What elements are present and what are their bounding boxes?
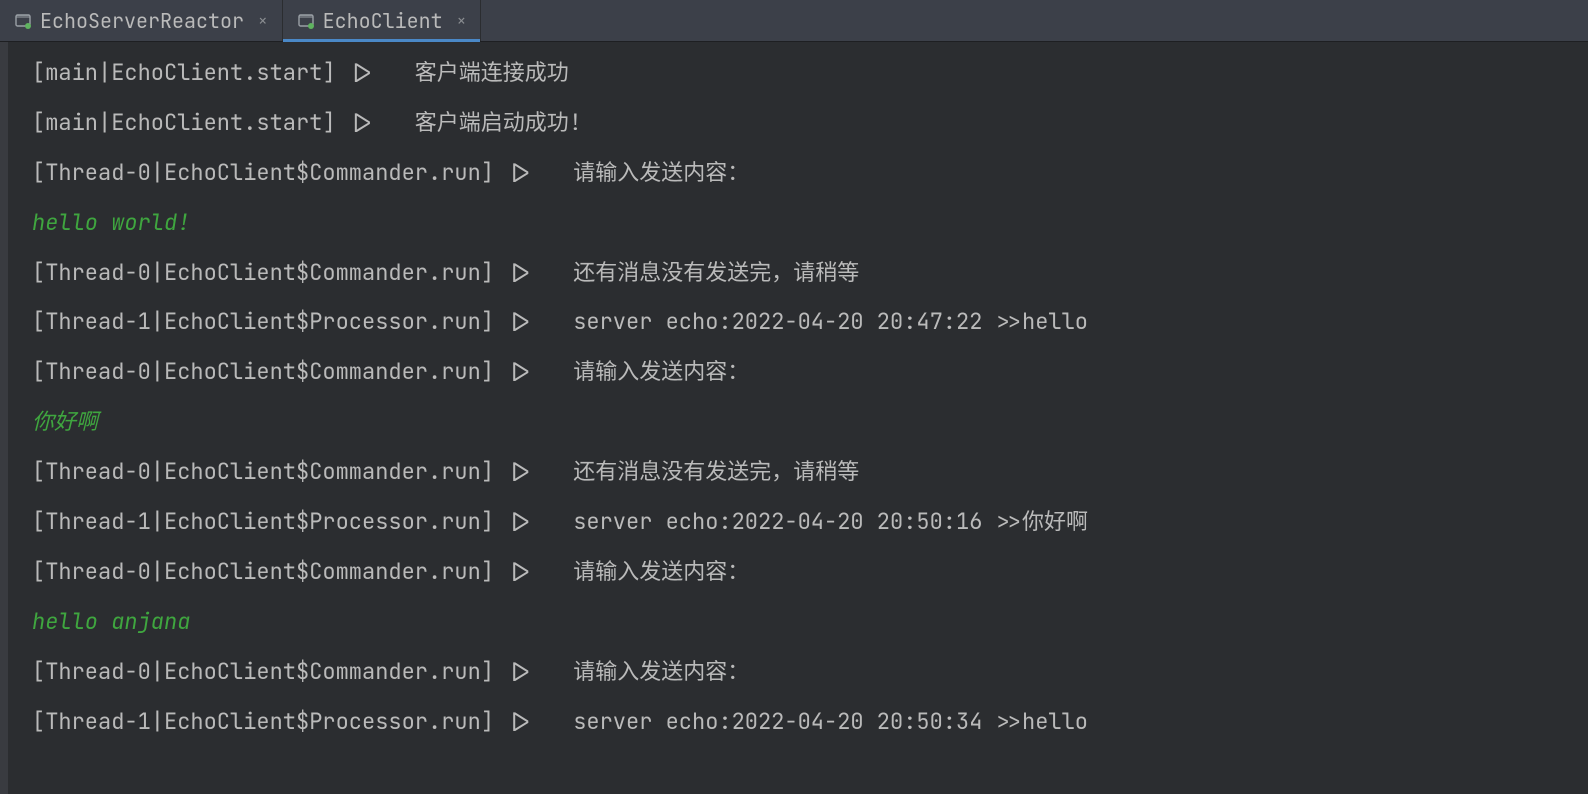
tab-bar: EchoServerReactor × EchoClient × <box>0 0 1588 42</box>
tool-window-gutter <box>0 42 8 794</box>
run-config-icon <box>297 12 315 30</box>
console-log-line: [Thread-1|EchoClient$Processor.run] |> s… <box>32 497 1574 547</box>
tab-label: EchoClient <box>323 8 443 34</box>
close-icon[interactable]: × <box>457 10 467 31</box>
console-log-line: [Thread-0|EchoClient$Commander.run] |> 请… <box>32 148 1574 198</box>
console-input-line: hello world! <box>32 198 1574 248</box>
console-log-line: [Thread-0|EchoClient$Commander.run] |> 还… <box>32 447 1574 497</box>
console-input-line: hello anjana <box>32 597 1574 647</box>
console-log-line: [Thread-0|EchoClient$Commander.run] |> 请… <box>32 647 1574 697</box>
console-output[interactable]: [main|EchoClient.start] |> 客户端连接成功[main|… <box>18 42 1588 794</box>
console-log-line: [Thread-1|EchoClient$Processor.run] |> s… <box>32 297 1574 347</box>
close-icon[interactable]: × <box>258 10 268 31</box>
run-config-icon <box>14 12 32 30</box>
tab-label: EchoServerReactor <box>40 8 244 34</box>
console-log-line: [Thread-0|EchoClient$Commander.run] |> 还… <box>32 248 1574 298</box>
console-log-line: [Thread-1|EchoClient$Processor.run] |> s… <box>32 697 1574 747</box>
tab-echo-server-reactor[interactable]: EchoServerReactor × <box>0 0 283 41</box>
tab-echo-client[interactable]: EchoClient × <box>283 0 482 41</box>
console-input-line: 你好啊 <box>32 397 1574 447</box>
console-log-line: [Thread-0|EchoClient$Commander.run] |> 请… <box>32 347 1574 397</box>
console-log-line: [main|EchoClient.start] |> 客户端启动成功! <box>32 98 1574 148</box>
console-log-line: [Thread-0|EchoClient$Commander.run] |> 请… <box>32 547 1574 597</box>
console-log-line: [main|EchoClient.start] |> 客户端连接成功 <box>32 48 1574 98</box>
